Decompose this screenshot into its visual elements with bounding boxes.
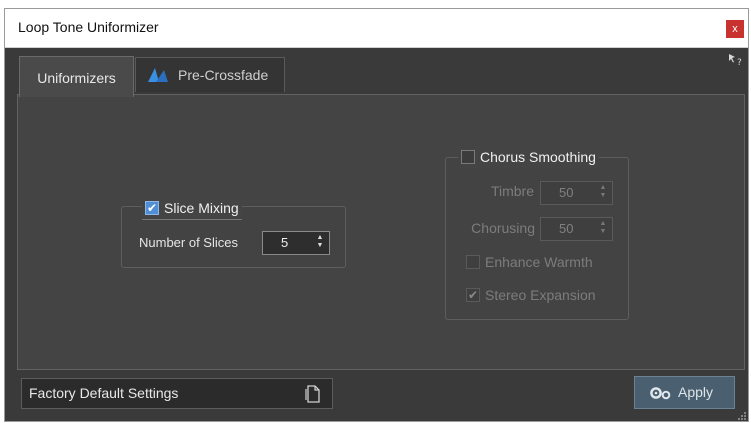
apply-button[interactable]: Apply bbox=[634, 376, 735, 409]
timbre-label: Timbre bbox=[490, 183, 534, 199]
spin-arrows-icon[interactable]: ▲ ▼ bbox=[599, 220, 607, 236]
close-button[interactable]: x bbox=[726, 20, 744, 38]
timbre-spinbox[interactable]: 50 ▲ ▼ bbox=[540, 181, 613, 205]
chorusing-label: Chorusing bbox=[471, 220, 535, 236]
svg-text:?: ? bbox=[737, 58, 742, 67]
tab-pre-crossfade[interactable]: Pre-Crossfade bbox=[135, 57, 285, 92]
preset-selector[interactable]: Factory Default Settings bbox=[21, 378, 333, 409]
stereo-expansion-checkbox[interactable]: ✔ bbox=[466, 288, 480, 302]
crossfade-triangles-icon bbox=[148, 68, 168, 82]
enhance-warmth-label: Enhance Warmth bbox=[485, 254, 593, 270]
tab-uniformizers[interactable]: Uniformizers bbox=[19, 56, 134, 97]
window-title: Loop Tone Uniformizer bbox=[18, 19, 159, 35]
number-of-slices-value: 5 bbox=[281, 235, 289, 250]
chorus-smoothing-label: Chorus Smoothing bbox=[480, 149, 596, 165]
preset-document-icon[interactable] bbox=[305, 385, 321, 403]
slice-mixing-toggle[interactable]: ✔ Slice Mixing bbox=[142, 197, 242, 220]
spin-arrows-icon[interactable]: ▲ ▼ bbox=[316, 234, 324, 250]
help-pointer-icon[interactable]: ? bbox=[728, 53, 744, 67]
stereo-expansion-label: Stereo Expansion bbox=[485, 287, 596, 303]
slice-mixing-checkbox[interactable]: ✔ bbox=[145, 201, 159, 215]
chorus-smoothing-checkbox[interactable] bbox=[461, 150, 475, 164]
number-of-slices-spinbox[interactable]: 5 ▲ ▼ bbox=[262, 231, 330, 255]
slice-mixing-label: Slice Mixing bbox=[164, 200, 239, 216]
resize-grip-icon[interactable] bbox=[737, 411, 747, 421]
timbre-value: 50 bbox=[559, 185, 574, 200]
chorus-smoothing-toggle[interactable]: Chorus Smoothing bbox=[458, 146, 599, 168]
enhance-warmth-checkbox[interactable] bbox=[466, 255, 480, 269]
stereo-expansion-option[interactable]: ✔ Stereo Expansion bbox=[466, 287, 596, 303]
chorusing-spinbox[interactable]: 50 ▲ ▼ bbox=[540, 217, 613, 241]
tab-uniformizers-label: Uniformizers bbox=[37, 70, 116, 86]
apply-label: Apply bbox=[678, 384, 714, 400]
number-of-slices-label: Number of Slices bbox=[139, 235, 238, 250]
gears-icon bbox=[650, 387, 671, 400]
tab-pre-crossfade-label: Pre-Crossfade bbox=[178, 67, 269, 83]
spin-arrows-icon[interactable]: ▲ ▼ bbox=[599, 184, 607, 200]
enhance-warmth-option[interactable]: Enhance Warmth bbox=[466, 254, 593, 270]
chorusing-value: 50 bbox=[559, 221, 574, 236]
preset-label: Factory Default Settings bbox=[29, 385, 179, 401]
title-bar: Loop Tone Uniformizer x bbox=[5, 9, 748, 48]
